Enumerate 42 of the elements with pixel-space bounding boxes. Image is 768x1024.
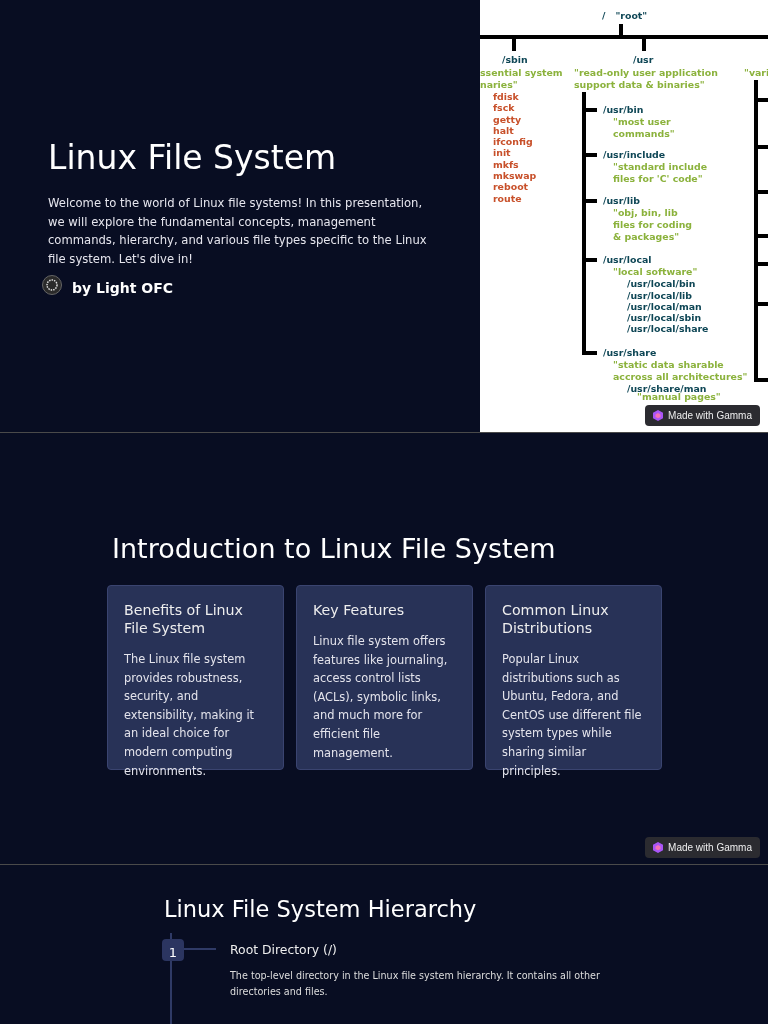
directory-label: /usr/include [603, 149, 667, 161]
card-text: The Linux file system provides robustness, security, and extensibility, making it an ideal choice for modern computing environments. [124, 651, 256, 780]
directory-label: /usr/lib [603, 195, 641, 207]
directory-note: ssential system naries" [480, 67, 563, 91]
directory-label: /usr [633, 54, 654, 66]
step-number: 1 [162, 939, 184, 961]
directory-note: "static data sharable accross all architectures" [612, 359, 748, 384]
slide-title: Introduction to Linux File System [112, 533, 557, 565]
directory-note: "standard include files for 'C' code" [612, 161, 707, 186]
slide-title: Linux File System [48, 138, 338, 178]
directory-label: /usr/share [603, 347, 658, 359]
file-list: fdisk fsck getty halt ifconfig init mkfs mkswap reboot route [493, 91, 537, 204]
card-title: Key Features [313, 601, 406, 619]
directory-label: /usr/local/man [626, 300, 703, 313]
logo-icon [653, 410, 664, 421]
intro-paragraph: Welcome to the world of Linux file systems! In this presentation, we will explore the fundamental concepts, management commands, hierarchy, and various file types specific to the Linux file system. Let's dive in! [48, 195, 428, 268]
made-with-badge[interactable]: Made with Gamma [645, 837, 760, 858]
directory-label: /usr/local/bin [626, 278, 697, 290]
directory-note: "most user commands" [612, 116, 675, 141]
card-text: Linux file system offers features like journaling, access control lists (ACLs), symbolic links, and much more for efficient file management. [313, 633, 449, 762]
card-title: Benefits of Linux File System [124, 601, 244, 637]
directory-label: /usr/bin [603, 104, 645, 116]
card-text: Popular Linux distributions such as Ubuntu, Fedora, and CentOS use different file system types while sharing similar principles. [502, 651, 643, 780]
directory-label: /usr/local/sbin [626, 312, 703, 324]
directory-note: "local software" [612, 266, 699, 279]
root-path: / [602, 10, 606, 22]
root-label: "root" [615, 10, 648, 22]
directory-note: "vari [744, 67, 768, 79]
directory-label: /sbin [502, 54, 528, 66]
made-with-badge[interactable]: Made with Gamma [645, 405, 760, 426]
logo-icon [653, 842, 664, 853]
card-title: Common Linux Distributions [502, 601, 610, 637]
directory-label: /usr/local/lib [626, 289, 694, 301]
author-name: by Light OFC [72, 280, 174, 297]
directory-label: /usr/local [603, 254, 653, 266]
step-text: The top-level directory in the Linux file system hierarchy. It contains all other directories and files. [230, 969, 601, 999]
step-title: Root Directory (/) [230, 942, 338, 958]
avatar-icon [42, 275, 62, 296]
directory-note: "read-only user application support data & binaries" [574, 67, 718, 91]
directory-label: /usr/local/share [626, 323, 709, 335]
directory-note: "obj, bin, lib files for coding & packages" [612, 207, 693, 244]
slide-title: Linux File System Hierarchy [164, 895, 478, 923]
